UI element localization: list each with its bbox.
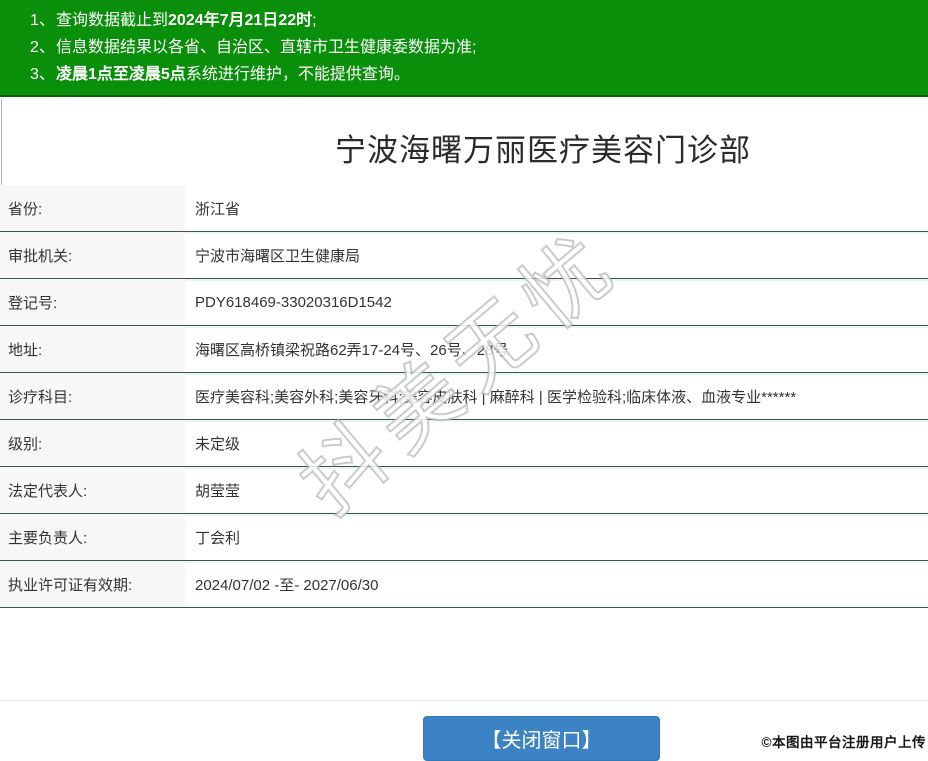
notice-line-1: 1、查询数据截止到2024年7月21日22时; [0,7,928,34]
table-row: 登记号: PDY618469-33020316D1542 [0,279,928,326]
page-title: 宁波海曙万丽医疗美容门诊部 [335,133,751,168]
notice-2-text: 信息数据结果以各省、自治区、直辖市卫生健康委数据为准; [56,39,477,56]
row-value-principal: 丁会利 [195,529,241,547]
notice-1-bold-text: 2024年7月21日22时 [168,12,313,29]
row-label-level: 级别: [0,420,185,466]
row-label-registration-number: 登记号: [0,279,185,325]
row-label-approval-authority: 审批机关: [0,232,185,278]
row-value-level: 未定级 [195,435,241,453]
row-label-license-validity: 执业许可证有效期: [0,561,185,607]
row-value-legal-representative: 胡莹莹 [195,482,241,500]
row-value-approval-authority: 宁波市海曙区卫生健康局 [195,247,361,265]
row-value-license-validity: 2024/07/02 -至- 2027/06/30 [195,576,379,594]
row-value-address: 海曙区高桥镇梁祝路62弄17-24号、26号、28号 [195,341,509,359]
row-value-province: 浙江省 [195,200,241,218]
table-row: 级别: 未定级 [0,420,928,467]
notice-1-number: 1、 [30,12,55,29]
notice-3-number: 3、 [30,66,55,83]
table-row: 执业许可证有效期: 2024/07/02 -至- 2027/06/30 [0,561,928,608]
table-row: 省份: 浙江省 [0,185,928,232]
table-row: 诊疗科目: 医疗美容科;美容外科;美容牙科;美容皮肤科 | 麻醉科 | 医学检验… [0,373,928,420]
notice-1-suffix: ; [312,12,317,29]
notice-header: 1、查询数据截止到2024年7月21日22时; 2、信息数据结果以各省、自治区、… [0,0,928,97]
table-row: 地址: 海曙区高桥镇梁祝路62弄17-24号、26号、28号 [0,326,928,373]
notice-line-2: 2、信息数据结果以各省、自治区、直辖市卫生健康委数据为准; [0,34,928,61]
footer-divider [0,700,928,701]
upload-credit-watermark: ©本图由平台注册用户上传 [761,735,926,750]
row-label-medical-subjects: 诊疗科目: [0,373,185,419]
notice-3-suffix: 系统进行维护，不能提供查询。 [185,66,410,83]
row-label-legal-representative: 法定代表人: [0,467,185,513]
row-label-address: 地址: [0,326,185,372]
institution-info-table: 省份: 浙江省 审批机关: 宁波市海曙区卫生健康局 登记号: PDY618469… [0,185,928,608]
row-value-medical-subjects: 医疗美容科;美容外科;美容牙科;美容皮肤科 | 麻醉科 | 医学检验科;临床体液… [195,388,797,406]
row-label-principal: 主要负责人: [0,514,185,560]
notice-2-number: 2、 [30,39,55,56]
table-row: 主要负责人: 丁会利 [0,514,928,561]
row-value-registration-number: PDY618469-33020316D1542 [195,293,392,311]
row-label-province: 省份: [0,185,185,231]
table-row: 审批机关: 宁波市海曙区卫生健康局 [0,232,928,279]
notice-line-3: 3、凌晨1点至凌晨5点系统进行维护，不能提供查询。 [0,61,928,88]
table-row: 法定代表人: 胡莹莹 [0,467,928,514]
notice-3-bold-text: 凌晨1点至凌晨5点 [56,66,186,83]
close-window-button[interactable]: 【关闭窗口】 [423,716,660,761]
notice-1-text: 查询数据截止到 [56,12,169,29]
